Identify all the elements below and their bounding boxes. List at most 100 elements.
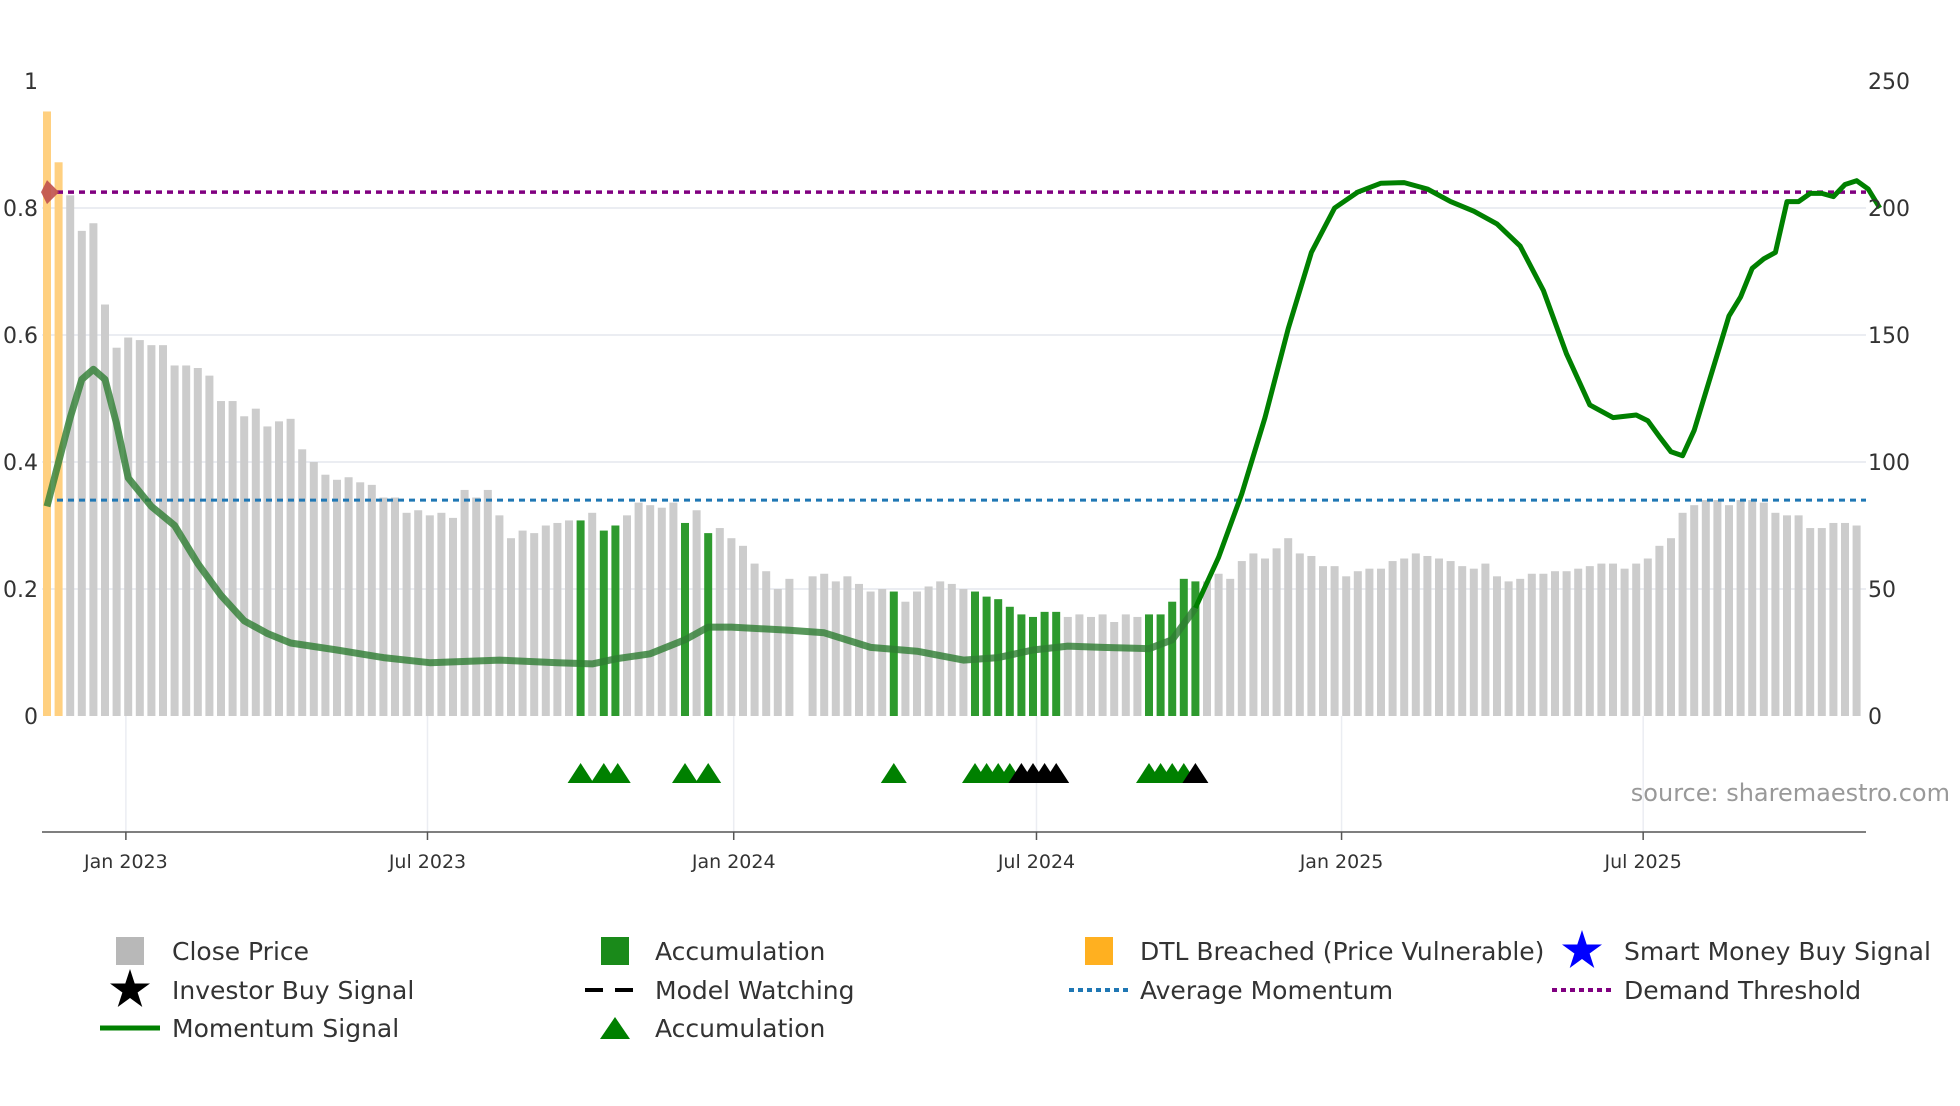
price-bar bbox=[634, 502, 643, 716]
price-bar bbox=[762, 571, 771, 716]
price-bar bbox=[472, 497, 481, 716]
price-bar bbox=[101, 304, 109, 716]
right-tick-label: 50 bbox=[1868, 578, 1896, 603]
price-bar bbox=[1029, 616, 1037, 716]
left-tick-label: 1 bbox=[24, 70, 38, 95]
price-bar bbox=[1295, 553, 1304, 716]
price-bar bbox=[1609, 563, 1617, 716]
price-bar bbox=[402, 512, 411, 716]
right-tick-label: 150 bbox=[1868, 324, 1910, 349]
price-bar bbox=[1667, 538, 1675, 716]
price-bar bbox=[159, 345, 167, 716]
price-bar bbox=[449, 517, 457, 716]
price-bar bbox=[1527, 573, 1536, 716]
price-bar bbox=[217, 401, 225, 716]
price-bar bbox=[1075, 614, 1084, 716]
price-bar bbox=[1435, 558, 1443, 716]
legend-close-price-icon bbox=[116, 937, 144, 965]
price-bar bbox=[275, 421, 283, 716]
legend: Close Price Accumulation DTL Breached (Pri… bbox=[100, 930, 1931, 1043]
price-bar bbox=[1330, 566, 1339, 716]
price-bar bbox=[344, 477, 353, 716]
price-bars bbox=[43, 111, 1861, 717]
price-bar bbox=[1806, 528, 1815, 716]
price-bar bbox=[866, 591, 875, 716]
x-tick-label: Jan 2025 bbox=[1299, 851, 1384, 873]
price-bar bbox=[205, 375, 214, 716]
price-bar bbox=[936, 581, 945, 716]
price-bar bbox=[1214, 573, 1223, 716]
x-tick-label: Jul 2024 bbox=[997, 851, 1075, 873]
price-bar bbox=[1493, 576, 1501, 716]
price-bar bbox=[588, 512, 597, 716]
price-bar bbox=[1156, 614, 1165, 716]
price-bar bbox=[1272, 548, 1281, 716]
price-bar bbox=[889, 591, 898, 716]
price-bar bbox=[1110, 622, 1119, 716]
legend-dtl-breached-price-vulnerable--label: DTL Breached (Price Vulnerable) bbox=[1140, 937, 1544, 966]
price-bar bbox=[599, 530, 608, 716]
price-bar bbox=[1400, 558, 1409, 716]
price-bar bbox=[1632, 563, 1641, 716]
price-bar bbox=[1469, 568, 1478, 716]
price-bar bbox=[530, 533, 539, 716]
price-bar bbox=[1249, 553, 1258, 716]
price-bar bbox=[1841, 522, 1849, 716]
price-bar bbox=[808, 576, 817, 716]
legend-dtl-breached-price-vulnerable--icon bbox=[1085, 937, 1113, 965]
price-bar bbox=[623, 515, 631, 716]
price-bar bbox=[1748, 500, 1757, 716]
price-bar bbox=[1052, 611, 1061, 716]
price-bar bbox=[1620, 568, 1629, 716]
price-bar bbox=[1087, 616, 1095, 716]
accumulation-triangle-marker bbox=[695, 763, 722, 783]
left-tick-label: 0 bbox=[24, 705, 38, 730]
left-tick-label: 0.4 bbox=[3, 451, 38, 476]
price-bar bbox=[240, 416, 249, 716]
price-bar bbox=[1365, 568, 1374, 716]
price-bar bbox=[1261, 558, 1269, 716]
price-bar bbox=[77, 230, 86, 717]
price-bar bbox=[147, 345, 156, 716]
legend-demand-threshold-label: Demand Threshold bbox=[1624, 976, 1861, 1005]
price-bar bbox=[1423, 555, 1432, 716]
price-bar bbox=[518, 530, 527, 716]
price-bar bbox=[193, 368, 202, 716]
price-bar bbox=[878, 589, 887, 716]
accumulation-triangle-marker bbox=[567, 763, 594, 783]
price-bar bbox=[1852, 525, 1861, 716]
price-bar bbox=[1504, 581, 1513, 716]
price-bar bbox=[565, 520, 573, 716]
price-bar bbox=[1562, 571, 1571, 716]
right-tick-label: 0 bbox=[1868, 705, 1882, 730]
signal-markers bbox=[567, 763, 1209, 783]
price-bar bbox=[646, 505, 655, 716]
price-bar bbox=[1284, 538, 1293, 716]
legend-momentum-signal-label: Momentum Signal bbox=[172, 1014, 399, 1043]
price-bar bbox=[1736, 500, 1745, 716]
price-bar bbox=[773, 589, 782, 716]
price-bar bbox=[1121, 614, 1130, 716]
left-tick-label: 0.2 bbox=[3, 578, 38, 603]
price-bar bbox=[495, 515, 504, 716]
price-bar bbox=[843, 576, 852, 716]
accumulation-triangle-marker bbox=[672, 763, 698, 783]
price-bar bbox=[333, 479, 341, 716]
price-bar bbox=[576, 520, 585, 716]
price-bar bbox=[750, 563, 759, 716]
price-bar bbox=[971, 591, 979, 716]
price-bar bbox=[611, 525, 620, 716]
price-bar bbox=[286, 418, 295, 716]
price-bar bbox=[425, 515, 434, 716]
price-bar bbox=[367, 484, 376, 716]
price-bar bbox=[715, 528, 724, 716]
price-bar bbox=[1829, 522, 1838, 716]
price-bar bbox=[1458, 566, 1467, 716]
price-bar bbox=[1516, 578, 1525, 716]
price-bar bbox=[541, 525, 550, 716]
price-bar bbox=[1783, 515, 1791, 716]
price-bar bbox=[1005, 606, 1014, 716]
price-bar bbox=[437, 512, 446, 716]
price-bar bbox=[1307, 555, 1316, 716]
left-tick-label: 0.8 bbox=[3, 197, 38, 222]
